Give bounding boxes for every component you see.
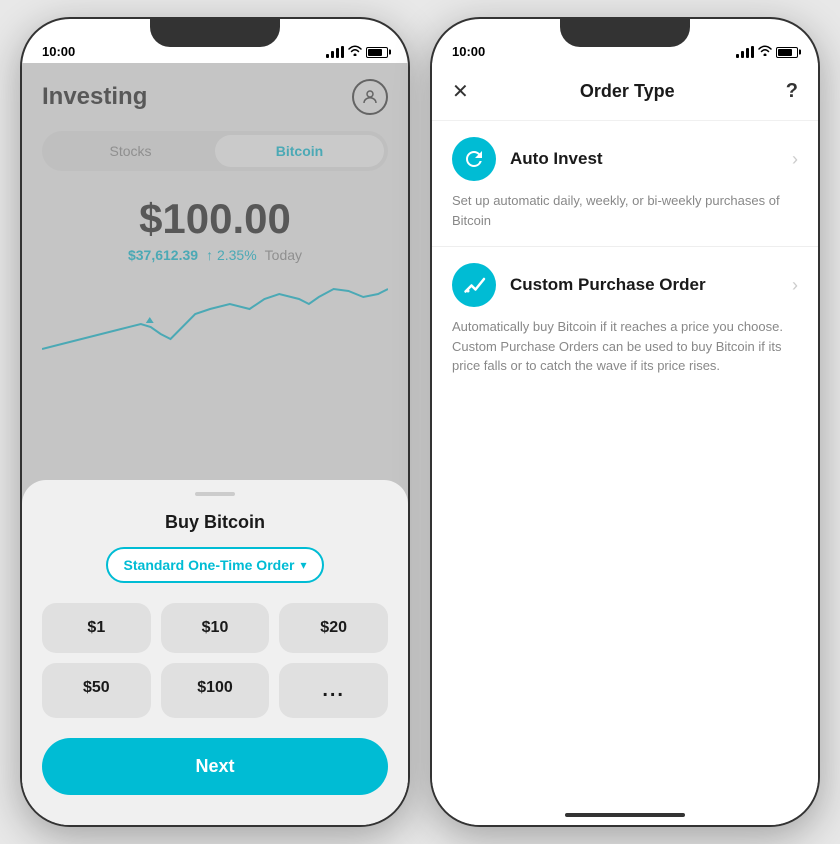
amount-btn-1[interactable]: $1	[42, 603, 151, 653]
auto-invest-option[interactable]: Auto Invest › Set up automatic daily, we…	[432, 121, 818, 246]
status-time-right: 10:00	[452, 44, 485, 59]
home-indicator-right	[565, 813, 685, 817]
signal-icon	[326, 46, 344, 58]
right-phone: 10:00 ✕	[430, 17, 820, 827]
amount-btn-50[interactable]: $50	[42, 663, 151, 718]
wifi-icon	[348, 45, 362, 59]
left-phone: 10:00 Investing	[20, 17, 410, 827]
order-type-selector[interactable]: Standard One-Time Order ▾	[106, 547, 325, 583]
battery-icon	[366, 47, 388, 58]
modal-title: Buy Bitcoin	[42, 512, 388, 533]
amount-btn-more[interactable]: ...	[279, 663, 388, 718]
order-type-screen-title: Order Type	[580, 81, 675, 102]
amount-grid: $1 $10 $20 $50 $100 ...	[42, 603, 388, 718]
status-time-left: 10:00	[42, 44, 75, 59]
buy-modal: Buy Bitcoin Standard One-Time Order ▾ $1…	[22, 480, 408, 825]
auto-invest-chevron-icon: ›	[792, 149, 798, 170]
amount-btn-10[interactable]: $10	[161, 603, 270, 653]
status-icons-right	[736, 45, 798, 59]
custom-purchase-description: Automatically buy Bitcoin if it reaches …	[452, 317, 798, 376]
modal-handle	[195, 492, 235, 496]
amount-btn-100[interactable]: $100	[161, 663, 270, 718]
help-button[interactable]: ?	[786, 80, 798, 103]
chevron-down-icon: ▾	[300, 558, 306, 572]
order-type-header: ✕ Order Type ?	[432, 63, 818, 121]
custom-purchase-left: Custom Purchase Order	[452, 263, 706, 307]
order-type-label: Standard One-Time Order	[124, 557, 295, 573]
status-icons-left	[326, 45, 388, 59]
auto-invest-header: Auto Invest ›	[452, 137, 798, 181]
wifi-icon-right	[758, 45, 772, 59]
auto-invest-left: Auto Invest	[452, 137, 603, 181]
custom-purchase-icon	[452, 263, 496, 307]
auto-invest-icon	[452, 137, 496, 181]
status-bar-left: 10:00	[22, 19, 408, 63]
signal-icon-right	[736, 46, 754, 58]
status-bar-right: 10:00	[432, 19, 818, 63]
custom-purchase-option[interactable]: Custom Purchase Order › Automatically bu…	[432, 247, 818, 392]
battery-icon-right	[776, 47, 798, 58]
custom-purchase-chevron-icon: ›	[792, 275, 798, 296]
order-type-screen: ✕ Order Type ? Auto Invest ›	[432, 63, 818, 825]
close-button[interactable]: ✕	[452, 79, 469, 104]
amount-btn-20[interactable]: $20	[279, 603, 388, 653]
next-button[interactable]: Next	[42, 738, 388, 795]
auto-invest-description: Set up automatic daily, weekly, or bi-we…	[452, 191, 798, 230]
custom-purchase-header: Custom Purchase Order ›	[452, 263, 798, 307]
auto-invest-name: Auto Invest	[510, 149, 603, 169]
investing-screen: Investing Stocks Bitcoin $100.00 $37,612…	[22, 63, 408, 825]
custom-purchase-name: Custom Purchase Order	[510, 275, 706, 295]
